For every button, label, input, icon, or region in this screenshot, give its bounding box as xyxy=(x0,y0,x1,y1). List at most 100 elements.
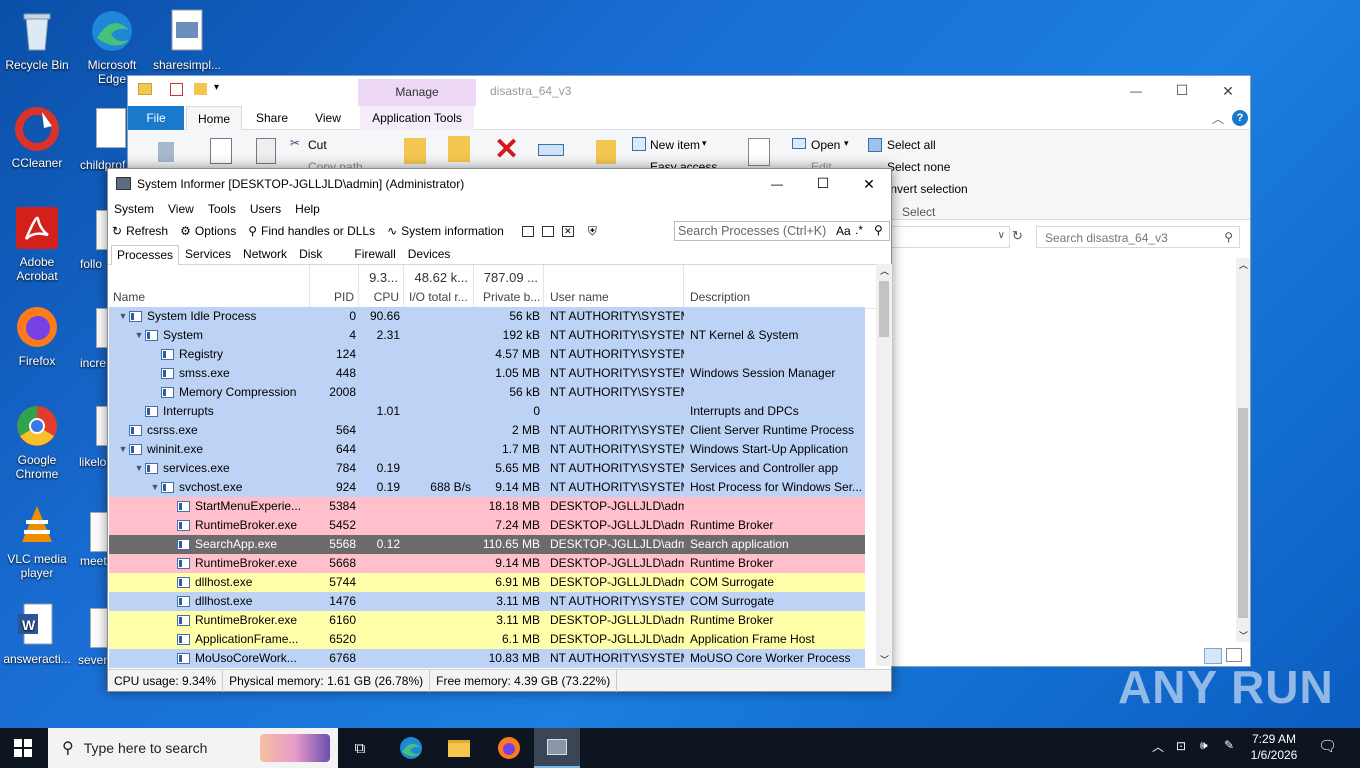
vertical-scrollbar[interactable]: ︿ ﹀ xyxy=(876,264,892,666)
tab-share[interactable]: Share xyxy=(250,106,294,130)
chevron-up-icon[interactable]: ︿ xyxy=(1212,110,1224,127)
column-cpu[interactable]: 9.3... CPU xyxy=(359,265,404,309)
desktop-icon-sharesimpl[interactable]: sharesimpl... xyxy=(150,8,224,72)
menu-help[interactable]: Help xyxy=(295,202,320,216)
desktop-icon-firefox[interactable]: Firefox xyxy=(0,304,74,368)
properties-icon[interactable] xyxy=(748,138,770,166)
table-row[interactable]: dllhost.exe 1476 3.11 MB NT AUTHORITY\SYSTE… xyxy=(109,592,865,611)
properties-icon[interactable] xyxy=(170,83,183,96)
close-button[interactable]: ✕ xyxy=(846,171,892,197)
new-folder-icon[interactable] xyxy=(194,83,207,95)
new-folder-icon[interactable] xyxy=(596,140,616,164)
refresh-icon[interactable]: ↻ xyxy=(1012,228,1023,244)
keyboard-icon[interactable]: ✎ xyxy=(1224,738,1234,752)
rename-icon[interactable] xyxy=(538,144,564,156)
copy-to-icon[interactable] xyxy=(448,136,470,162)
process-name-cell[interactable]: RuntimeBroker.exe xyxy=(109,611,309,630)
expand-arrow-icon[interactable]: ▼ xyxy=(117,307,129,326)
cut-icon[interactable]: ✂ xyxy=(290,136,300,150)
table-row[interactable]: Memory Compression 2008 56 kB NT AUTHORITY\… xyxy=(109,383,865,402)
select-all-label[interactable]: Select all xyxy=(887,138,936,152)
process-name-cell[interactable]: ▼ System xyxy=(109,326,309,345)
tab-home[interactable]: Home xyxy=(186,106,242,131)
process-name-cell[interactable]: RuntimeBroker.exe xyxy=(109,554,309,573)
table-row[interactable]: ▼ System Idle Process 0 90.66 56 kB NT AUTHOR… xyxy=(109,307,865,326)
column-user-name[interactable]: User name xyxy=(544,265,684,309)
table-row[interactable]: SearchApp.exe 5568 0.12 110.65 MB DESKTOP-JG… xyxy=(109,535,865,554)
desktop-icon-vlc[interactable]: VLC media player xyxy=(0,502,74,580)
open-label[interactable]: Open xyxy=(811,138,840,152)
close-button[interactable]: ✕ xyxy=(1205,78,1251,104)
desktop-icon-follo[interactable]: follo xyxy=(80,257,102,271)
clock[interactable]: 7:29 AM 1/6/2026 xyxy=(1244,731,1304,763)
options-button[interactable]: ⚙ Options xyxy=(180,224,236,238)
chevron-up-icon[interactable]: ︿ xyxy=(1152,738,1164,755)
taskbar-system-informer[interactable] xyxy=(534,728,580,768)
desktop-icon-acrobat[interactable]: Adobe Acrobat xyxy=(0,205,74,283)
delete-icon[interactable]: ✕ xyxy=(494,132,519,167)
move-to-icon[interactable] xyxy=(404,138,426,164)
new-item-icon[interactable] xyxy=(632,137,646,151)
process-name-cell[interactable]: MoUsoCoreWork... xyxy=(109,649,309,668)
scroll-up-icon[interactable]: ︿ xyxy=(880,264,889,277)
tab-processes[interactable]: Processes xyxy=(111,245,180,265)
select-all-icon[interactable] xyxy=(868,138,882,152)
network-icon[interactable]: ⊡ xyxy=(1176,739,1186,753)
case-sensitive-toggle[interactable]: Aa xyxy=(836,224,851,238)
taskbar-search[interactable]: ⚲ Type here to search xyxy=(48,728,338,768)
vertical-scrollbar[interactable]: ︿ ﹀ xyxy=(1236,258,1250,642)
table-row[interactable]: RuntimeBroker.exe 5668 9.14 MB DESKTOP-JGLL… xyxy=(109,554,865,573)
search-icon[interactable]: ⚲ xyxy=(1224,230,1233,244)
expand-arrow-icon[interactable]: ▼ xyxy=(133,326,145,345)
desktop-icon-seven[interactable]: seven xyxy=(78,653,110,667)
open-icon[interactable] xyxy=(792,138,806,149)
table-row[interactable]: dllhost.exe 5744 6.91 MB DESKTOP-JGLLJLD\ad… xyxy=(109,573,865,592)
pin-icon[interactable] xyxy=(158,142,174,162)
scroll-down-icon[interactable]: ﹀ xyxy=(880,653,889,666)
taskbar-file-explorer[interactable] xyxy=(436,728,482,768)
search-box[interactable]: Search disastra_64_v3 ⚲ xyxy=(1036,226,1240,248)
process-name-cell[interactable]: ▼ wininit.exe xyxy=(109,440,309,459)
scrollbar-thumb[interactable] xyxy=(1238,408,1248,618)
column-description[interactable]: Description xyxy=(684,265,864,309)
desktop-icon-incre[interactable]: incre xyxy=(80,356,106,370)
table-row[interactable]: smss.exe 448 1.05 MB NT AUTHORITY\SYSTEM Win… xyxy=(109,364,865,383)
copy-icon[interactable] xyxy=(210,138,232,164)
process-name-cell[interactable]: ▼ System Idle Process xyxy=(109,307,309,326)
menu-users[interactable]: Users xyxy=(250,202,281,216)
help-icon[interactable]: ? xyxy=(1232,110,1248,126)
table-row[interactable]: StartMenuExperie... 5384 18.18 MB DESKTOP-J… xyxy=(109,497,865,516)
column-name[interactable]: Name xyxy=(109,265,310,309)
new-item-label[interactable]: New item xyxy=(650,138,700,152)
column-io-total[interactable]: 48.62 k... I/O total r... xyxy=(404,265,474,309)
table-row[interactable]: csrss.exe 564 2 MB NT AUTHORITY\SYSTEM Clien… xyxy=(109,421,865,440)
table-row[interactable]: ▼ services.exe 784 0.19 5.65 MB NT AUTHORITY\… xyxy=(109,459,865,478)
close-window-icon[interactable]: ✕ xyxy=(561,225,574,237)
cut-label[interactable]: Cut xyxy=(308,138,327,152)
process-name-cell[interactable]: RuntimeBroker.exe xyxy=(109,516,309,535)
process-name-cell[interactable]: SearchApp.exe xyxy=(109,535,309,554)
tab-firewall[interactable]: Firewall xyxy=(348,244,401,264)
system-information-button[interactable]: ∿ System information xyxy=(387,224,504,238)
process-name-cell[interactable]: ▼ svchost.exe xyxy=(109,478,309,497)
desktop-icon-ccleaner[interactable]: CCleaner xyxy=(0,106,74,170)
chevron-down-icon[interactable]: ∨ xyxy=(998,230,1005,241)
desktop-icon-meet[interactable]: meet xyxy=(80,554,107,568)
table-row[interactable]: ApplicationFrame... 6520 6.1 MB DESKTOP-JGL… xyxy=(109,630,865,649)
tab-file[interactable]: File xyxy=(128,106,184,130)
tab-services[interactable]: Services xyxy=(179,244,237,264)
find-handles-button[interactable]: ⚲ Find handles or DLLs xyxy=(248,224,375,238)
process-name-cell[interactable]: Registry xyxy=(109,345,309,364)
process-name-cell[interactable]: StartMenuExperie... xyxy=(109,497,309,516)
tab-application-tools[interactable]: Application Tools xyxy=(360,106,474,130)
taskbar-edge[interactable] xyxy=(388,728,434,768)
table-row[interactable]: Interrupts 1.01 0 Interrupts and DPCs xyxy=(109,402,865,421)
scroll-up-icon[interactable]: ︿ xyxy=(1239,258,1248,271)
notification-icon[interactable]: 🗨 xyxy=(1318,737,1337,755)
process-name-cell[interactable]: Interrupts xyxy=(109,402,309,421)
table-row[interactable]: ▼ System 4 2.31 192 kB NT AUTHORITY\SYSTEM NT … xyxy=(109,326,865,345)
search-input[interactable]: Search disastra_64_v3 xyxy=(1045,231,1168,245)
start-button[interactable] xyxy=(0,728,46,768)
search-processes-input[interactable]: Search Processes (Ctrl+K) xyxy=(678,224,826,238)
desktop-icon-likelo[interactable]: likelo xyxy=(79,455,106,469)
